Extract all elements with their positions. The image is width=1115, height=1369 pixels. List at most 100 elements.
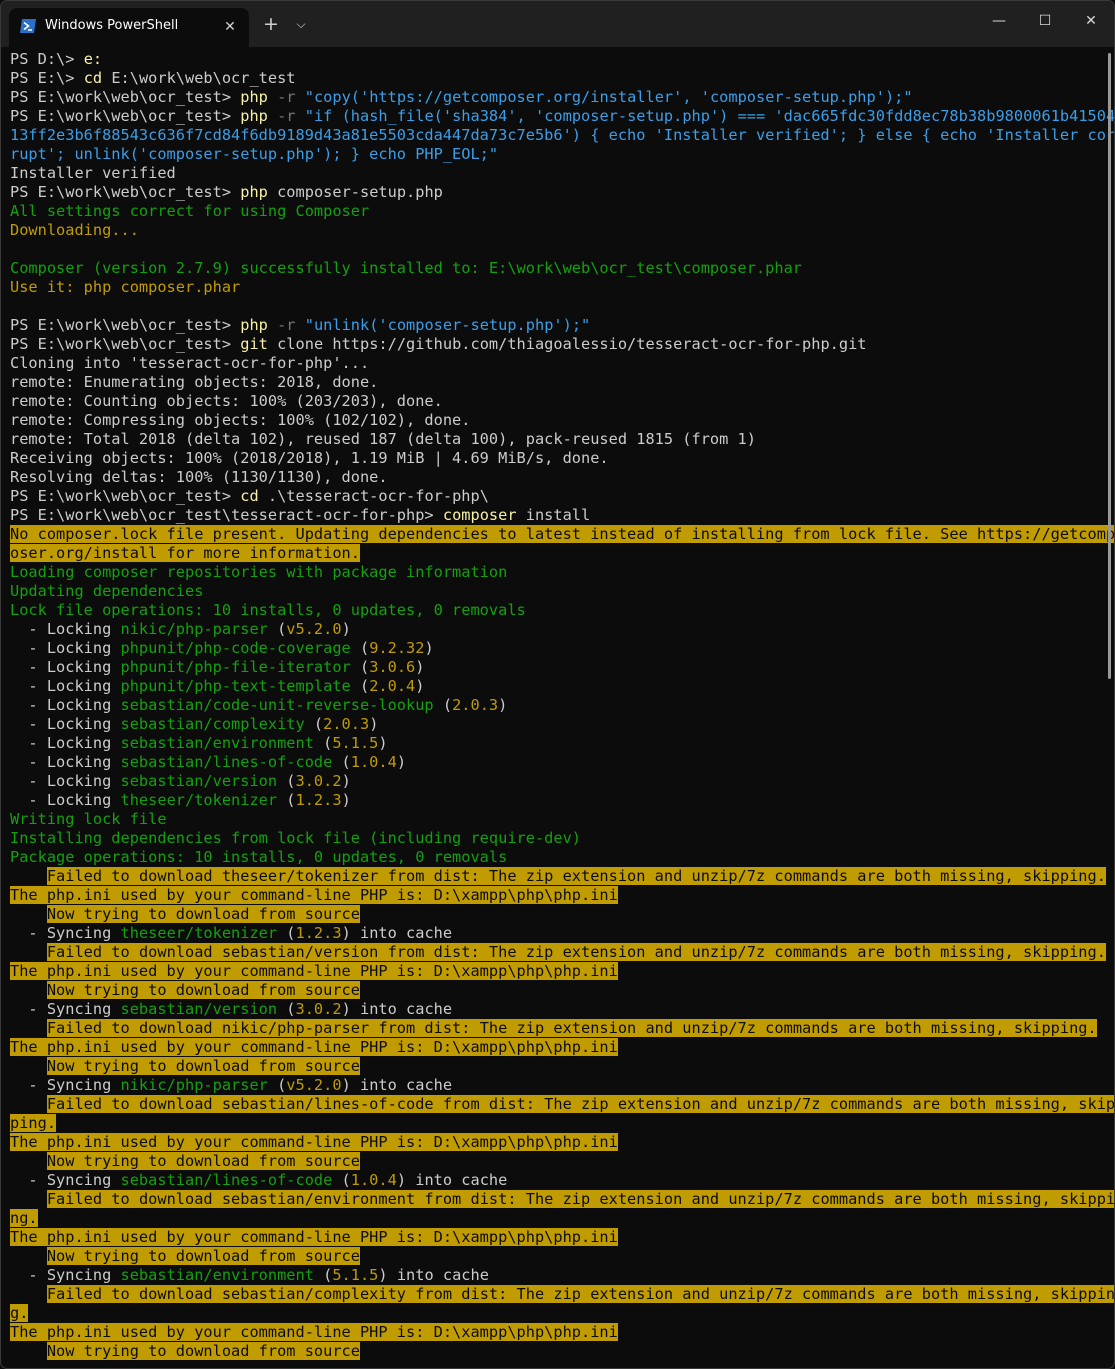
terminal-text: git xyxy=(240,335,268,353)
terminal-text: The php.ini used by your command-line PH… xyxy=(10,886,618,904)
terminal-line: The php.ini used by your command-line PH… xyxy=(10,886,1090,905)
close-button[interactable]: ✕ xyxy=(1068,1,1114,41)
terminal-line: g. xyxy=(10,1304,1090,1323)
terminal-line: - Syncing sebastian/environment (5.1.5) … xyxy=(10,1266,1090,1285)
terminal-line: Updating dependencies xyxy=(10,582,1090,601)
terminal-output[interactable]: PS D:\> e: PS E:\> cd E:\work\web\ocr_tes… xyxy=(10,50,1114,1361)
terminal-text: ) xyxy=(396,753,407,771)
terminal-line: Failed to download nikic/php-parser from… xyxy=(10,1019,1097,1038)
terminal-text: - Locking xyxy=(10,772,121,790)
terminal-line: - Locking sebastian/environment (5.1.5) xyxy=(10,734,1090,753)
terminal-text: ( xyxy=(267,620,287,638)
terminal-text: remote: Total 2018 (delta 102), reused 1… xyxy=(10,430,756,448)
terminal-text: ( xyxy=(277,924,296,942)
terminal-text: ) into cache xyxy=(341,924,453,942)
terminal-text: php xyxy=(240,107,268,125)
terminal-text: Loading composer repositories with packa… xyxy=(10,563,508,581)
terminal-text: PS E:\work\web\ocr_test\tesseract-ocr-fo… xyxy=(10,506,443,524)
terminal-text: composer-setup.php xyxy=(267,183,443,201)
terminal-text: .\tesseract-ocr-for-php\ xyxy=(258,487,489,505)
terminal-text: - Locking xyxy=(10,753,121,771)
terminal-text: The php.ini used by your command-line PH… xyxy=(10,1323,618,1341)
terminal-line: Now trying to download from source xyxy=(10,905,1090,924)
terminal-window: Windows PowerShell ✕ + ⌵ — ☐ ✕ PS D:\> e… xyxy=(0,0,1115,1369)
terminal-text: ( xyxy=(313,1266,333,1284)
terminal-line: PS E:\work\web\ocr_test> php composer-se… xyxy=(10,183,1090,202)
terminal-line: - Locking phpunit/php-code-coverage (9.2… xyxy=(10,639,1090,658)
terminal-text: ( xyxy=(350,639,370,657)
terminal-text: Failed to download sebastian/environment… xyxy=(46,1190,1115,1208)
terminal-text: ) xyxy=(369,715,379,733)
terminal-line: - Syncing sebastian/lines-of-code (1.0.4… xyxy=(10,1171,1090,1190)
terminal-text: Now trying to download from source xyxy=(46,1057,360,1075)
terminal-line: - Locking theseer/tokenizer (1.2.3) xyxy=(10,791,1090,810)
terminal-text: 2.0.4 xyxy=(369,677,416,695)
terminal-line: PS E:\work\web\ocr_test> php -r "unlink(… xyxy=(10,316,1090,335)
terminal-text: phpunit/php-text-template xyxy=(120,677,351,695)
terminal-line: PS E:\work\web\ocr_test> git clone https… xyxy=(10,335,1090,354)
terminal-text: 3.0.2 xyxy=(295,772,342,790)
terminal-line: No composer.lock file present. Updating … xyxy=(10,525,1114,544)
terminal-text: theseer/tokenizer xyxy=(120,924,278,942)
terminal-text: sebastian/environment xyxy=(120,1266,314,1284)
terminal-text: - Syncing xyxy=(10,1171,121,1189)
terminal-line: Composer (version 2.7.9) successfully in… xyxy=(10,259,1090,278)
terminal-line: The php.ini used by your command-line PH… xyxy=(10,1038,1090,1057)
terminal-text: sebastian/lines-of-code xyxy=(120,753,333,771)
new-tab-button[interactable]: + xyxy=(260,13,282,35)
terminal-text: install xyxy=(516,506,591,524)
terminal-text: ( xyxy=(433,696,453,714)
tab-dropdown-button[interactable]: ⌵ xyxy=(290,13,312,35)
terminal-text: 5.1.5 xyxy=(332,734,379,752)
terminal-line: - Locking sebastian/version (3.0.2) xyxy=(10,772,1090,791)
terminal-text: ( xyxy=(304,715,324,733)
terminal-text: ( xyxy=(332,753,351,771)
terminal-line: Failed to download theseer/tokenizer fro… xyxy=(10,867,1106,886)
maximize-button[interactable]: ☐ xyxy=(1022,1,1068,41)
terminal-text: ( xyxy=(313,734,333,752)
terminal-text: Cloning into 'tesseract-ocr-for-php'... xyxy=(10,354,370,372)
terminal-text: ) xyxy=(415,658,425,676)
terminal-text: Package operations: 10 installs, 0 updat… xyxy=(10,848,508,866)
terminal-line: - Syncing sebastian/version (3.0.2) into… xyxy=(10,1000,1090,1019)
terminal-text: ( xyxy=(277,791,296,809)
terminal-text: PS E:\> xyxy=(10,69,84,87)
terminal-text: ng. xyxy=(10,1209,38,1227)
terminal-text: cd xyxy=(83,69,103,87)
terminal-line: - Locking sebastian/complexity (2.0.3) xyxy=(10,715,1090,734)
terminal-text: sebastian/version xyxy=(120,772,278,790)
scrollbar[interactable] xyxy=(1108,53,1111,679)
terminal-text: cd xyxy=(240,487,259,505)
terminal-text: - Syncing xyxy=(10,1000,121,1018)
tab-close-icon[interactable]: ✕ xyxy=(221,18,239,36)
terminal-text: - Locking xyxy=(10,620,121,638)
terminal-line: remote: Total 2018 (delta 102), reused 1… xyxy=(10,430,1090,449)
terminal-line: Use it: php composer.phar xyxy=(10,278,1090,297)
terminal-line: Now trying to download from source xyxy=(10,981,1090,1000)
terminal-line: - Syncing nikic/php-parser (v5.2.0) into… xyxy=(10,1076,1090,1095)
terminal-text: Failed to download sebastian/lines-of-co… xyxy=(46,1095,1115,1113)
terminal-text: 1.2.3 xyxy=(295,924,342,942)
terminal-line: Package operations: 10 installs, 0 updat… xyxy=(10,848,1090,867)
terminal-text: Receiving objects: 100% (2018/2018), 1.1… xyxy=(10,449,609,467)
terminal-text: E:\work\web\ocr_test xyxy=(102,69,296,87)
terminal-text: sebastian/environment xyxy=(120,734,314,752)
terminal-text: 9.2.32 xyxy=(369,639,425,657)
terminal-text: Now trying to download from source xyxy=(46,1247,360,1265)
minimize-button[interactable]: — xyxy=(976,1,1022,41)
terminal-line: ng. xyxy=(10,1209,1090,1228)
terminal-text: ) into cache xyxy=(396,1171,508,1189)
terminal-line: ping. xyxy=(10,1114,1090,1133)
tab-windows-powershell[interactable]: Windows PowerShell ✕ xyxy=(9,8,249,47)
terminal-text: Failed to download theseer/tokenizer fro… xyxy=(46,867,1106,885)
terminal-text: v5.2.0 xyxy=(286,620,342,638)
terminal-text: Downloading... xyxy=(10,221,139,239)
terminal-line: Failed to download sebastian/lines-of-co… xyxy=(10,1095,1114,1114)
terminal-line: oser.org/install for more information. xyxy=(10,544,1090,563)
terminal-text: ) xyxy=(415,677,425,695)
